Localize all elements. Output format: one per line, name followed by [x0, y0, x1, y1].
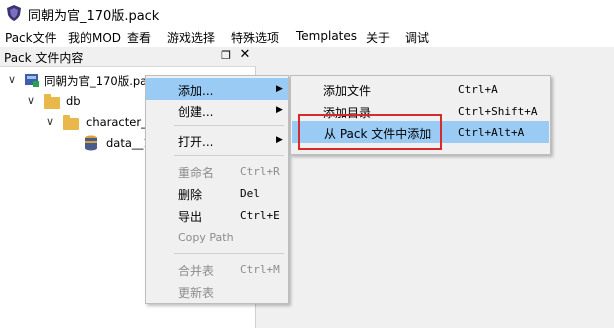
chevron-down-icon[interactable]: ∨	[8, 73, 16, 86]
submenu-item-add-file[interactable]: 添加文件 Ctrl+A	[291, 78, 550, 100]
chevron-right-icon: ▶	[276, 105, 283, 115]
shortcut-merge: Ctrl+M	[240, 263, 280, 276]
folder-icon	[63, 115, 79, 130]
menu-pack-file[interactable]: Pack文件	[5, 29, 57, 46]
chevron-right-icon: ▶	[276, 135, 283, 145]
menu-view[interactable]: 查看	[127, 29, 151, 46]
menu-item-open[interactable]: 打开... ▶	[146, 129, 288, 151]
context-menu: 添加... ▶ 创建... ▶ 打开... ▶ 重命名 Ctrl+R 删除 De…	[145, 75, 289, 304]
menu-separator	[174, 125, 284, 126]
shortcut-delete: Del	[240, 187, 260, 200]
menu-my-mod[interactable]: 我的MOD	[68, 29, 121, 46]
menu-item-export[interactable]: 导出 Ctrl+E	[146, 204, 288, 226]
menu-item-export-label: 导出	[178, 210, 203, 224]
close-icon[interactable]: ✕	[238, 48, 252, 62]
menu-item-delete-label: 删除	[178, 188, 203, 202]
chevron-down-icon[interactable]: ∨	[46, 115, 54, 128]
menu-templates[interactable]: Templates	[296, 29, 357, 43]
shortcut-export: Ctrl+E	[240, 209, 280, 222]
menu-item-update[interactable]: 更新表	[146, 280, 288, 302]
menu-debug[interactable]: 调试	[405, 29, 429, 46]
menu-item-rename-label: 重命名	[178, 166, 215, 180]
chevron-down-icon[interactable]: ∨	[27, 94, 35, 107]
shortcut-add-file: Ctrl+A	[458, 83, 498, 96]
window-title: 同朝为官_170版.pack	[28, 9, 160, 24]
tree-label-db: db	[66, 94, 81, 108]
menu-special-options[interactable]: 特殊选项	[231, 29, 279, 46]
database-icon	[85, 135, 97, 151]
menu-item-open-label: 打开...	[178, 135, 214, 149]
tree-label-character: character_	[86, 115, 147, 129]
shortcut-add-from-pack: Ctrl+Alt+A	[458, 126, 525, 139]
shortcut-rename: Ctrl+R	[240, 165, 280, 178]
menu-item-create-label: 创建...	[178, 105, 214, 119]
restore-icon[interactable]: ❐	[219, 49, 233, 63]
shortcut-add-folder: Ctrl+Shift+A	[458, 105, 538, 118]
menu-item-create[interactable]: 创建... ▶	[146, 99, 288, 121]
tree-label-root: 同朝为官_170版.pa	[44, 74, 148, 88]
annotation-highlight-box	[298, 114, 442, 150]
menu-item-update-label: 更新表	[178, 286, 215, 300]
menu-item-copy-path-label: Copy Path	[178, 231, 234, 244]
menu-item-delete[interactable]: 删除 Del	[146, 182, 288, 204]
folder-icon	[44, 94, 60, 109]
menu-separator	[174, 253, 284, 254]
pack-file-icon	[25, 74, 39, 87]
shield-logo-icon	[7, 5, 21, 21]
menu-about[interactable]: 关于	[366, 29, 390, 46]
menu-item-copy-path[interactable]: Copy Path	[146, 227, 288, 249]
menu-item-merge-label: 合并表	[178, 264, 215, 278]
menu-item-rename[interactable]: 重命名 Ctrl+R	[146, 160, 288, 182]
submenu-add-file-label: 添加文件	[323, 84, 372, 98]
menu-game-select[interactable]: 游戏选择	[167, 29, 215, 46]
pack-contents-dock-header: Pack 文件内容 ❐ ✕	[0, 47, 256, 67]
menu-item-merge[interactable]: 合并表 Ctrl+M	[146, 258, 288, 280]
menu-separator	[174, 155, 284, 156]
menu-item-add[interactable]: 添加... ▶	[146, 78, 288, 100]
dock-title: Pack 文件内容	[4, 51, 84, 65]
menu-item-add-label: 添加...	[178, 84, 214, 98]
chevron-right-icon: ▶	[276, 84, 283, 94]
menu-bar: Pack文件 我的MOD 查看 游戏选择 特殊选项 Templates 关于 调…	[0, 26, 614, 46]
title-bar: 同朝为官_170版.pack	[0, 0, 614, 26]
